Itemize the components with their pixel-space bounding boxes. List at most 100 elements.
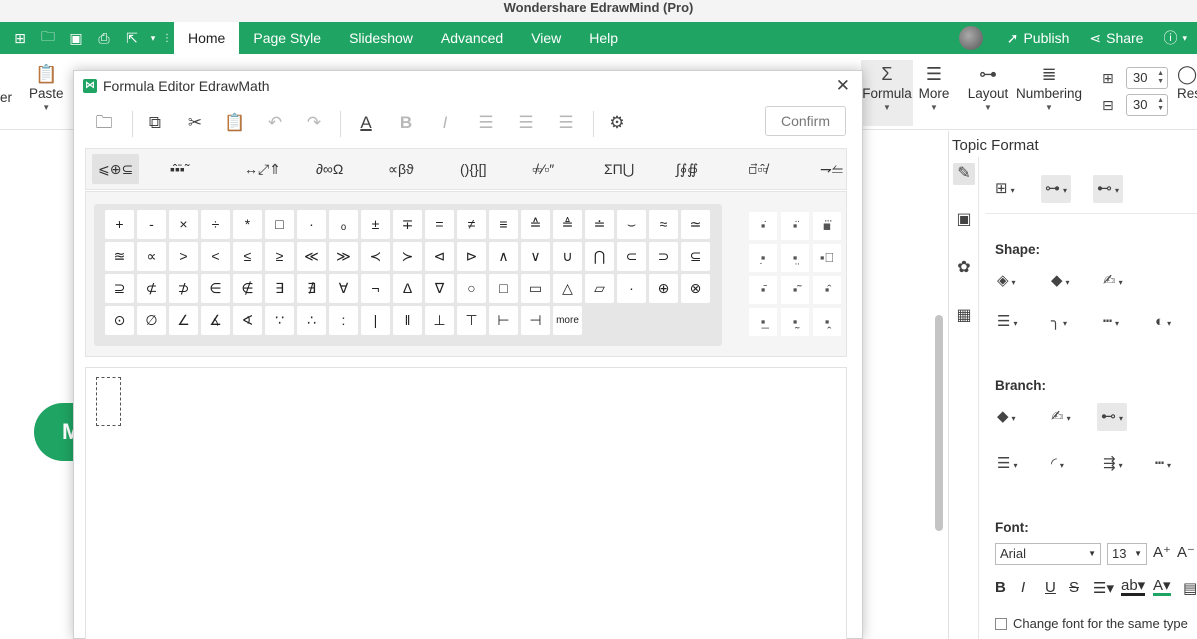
symbol-cell[interactable]: ≊	[105, 242, 134, 271]
paste-button[interactable]: 📋 Paste ▼	[29, 62, 64, 112]
shadow-dropdown[interactable]: ◐ ▾	[1151, 308, 1175, 336]
open-folder-icon[interactable]: 🗀	[34, 22, 62, 54]
increase-font-icon[interactable]: A⁺	[1153, 543, 1171, 561]
symbol-cell[interactable]: ₒ	[329, 210, 358, 239]
tab-home[interactable]: Home	[174, 22, 240, 54]
category-decorations[interactable]: ▫⃗▫̂▫̸	[742, 154, 773, 184]
symbol-cell[interactable]: ∵	[265, 306, 294, 335]
font-family-select[interactable]: Arial ▼	[995, 543, 1101, 565]
symbol-cell[interactable]: ⊃	[649, 242, 678, 271]
symbol-cell[interactable]: ≡	[489, 210, 518, 239]
symbol-cell[interactable]: ∴	[297, 306, 326, 335]
more-symbols-button[interactable]: more	[553, 306, 582, 335]
redo-icon[interactable]: ↷	[302, 111, 326, 135]
reset-button[interactable]: ◯ Res	[1177, 62, 1197, 101]
symbol-cell[interactable]: >	[169, 242, 198, 271]
save-icon[interactable]: ▣	[62, 22, 90, 54]
symbol-cell[interactable]: ·	[297, 210, 326, 239]
symbol-cell[interactable]: ∇	[425, 274, 454, 303]
paste-icon[interactable]: 📋	[223, 111, 247, 135]
tab-page-style[interactable]: Page Style	[239, 22, 335, 54]
align-right-icon[interactable]: ☰	[554, 111, 578, 135]
bold-icon[interactable]: B	[995, 579, 1006, 596]
format-brush-icon[interactable]: ✎	[953, 163, 975, 185]
symbol-cell[interactable]: |	[361, 306, 390, 335]
branch-line-weight-dropdown[interactable]: ☰ ▾	[993, 450, 1021, 478]
branch-fill-dropdown[interactable]: ◆ ▾	[993, 403, 1020, 431]
accent-cell[interactable]: ▪̭	[813, 308, 841, 336]
bold-icon[interactable]: B	[394, 111, 418, 135]
tab-advanced[interactable]: Advanced	[427, 22, 517, 54]
horizontal-spacing-input[interactable]: 30 ▲ ▼	[1126, 67, 1168, 89]
symbol-cell[interactable]: ∉	[233, 274, 262, 303]
symbol-cell[interactable]: :	[329, 306, 358, 335]
accent-cell[interactable]: ▪⃛	[813, 212, 841, 240]
accent-cell[interactable]: ▪̣	[749, 244, 777, 272]
canvas-vertical-scrollbar[interactable]	[935, 315, 943, 531]
symbol-cell[interactable]: <	[201, 242, 230, 271]
accent-cell[interactable]: ▪̤	[781, 244, 809, 272]
topic-layout-dropdown[interactable]: ⊞ ▾	[991, 175, 1019, 203]
task-calendar-icon[interactable]: ▦	[953, 305, 975, 327]
symbol-cell[interactable]: ⊢	[489, 306, 518, 335]
more-button[interactable]: ☰ More ▼	[916, 62, 952, 112]
symbol-cell[interactable]: ⊄	[137, 274, 166, 303]
symbol-cell[interactable]: ≜	[553, 210, 582, 239]
branch-connector-dropdown[interactable]: ⊷ ▾	[1097, 403, 1128, 431]
branch-curve-dropdown[interactable]: ◜ ▾	[1047, 450, 1068, 478]
category-fractions[interactable]: ▫̸▫⁄▫″	[526, 154, 560, 184]
spinner-arrows-icon[interactable]: ▲ ▼	[1157, 97, 1164, 113]
line-weight-dropdown[interactable]: ☰ ▾	[993, 308, 1021, 336]
print-icon[interactable]: ⎙	[90, 22, 118, 54]
symbol-cell[interactable]: ≫	[329, 242, 358, 271]
accent-cell[interactable]: ▪̇	[749, 212, 777, 240]
symbol-cell[interactable]: ≤	[233, 242, 262, 271]
line-dash-dropdown[interactable]: ┅ ▾	[1099, 308, 1123, 336]
branch-border-dropdown[interactable]: ✍ ▾	[1047, 403, 1075, 431]
text-color-icon[interactable]: A	[354, 111, 378, 135]
ribbon-cut-label-left[interactable]: er	[0, 90, 12, 105]
symbol-cell[interactable]: ∪	[553, 242, 582, 271]
symbol-cell[interactable]: +	[105, 210, 134, 239]
symbol-cell[interactable]: □	[489, 274, 518, 303]
highlight-color-icon[interactable]: ab▾	[1121, 578, 1146, 596]
corner-style-dropdown[interactable]: ╮ ▾	[1047, 308, 1071, 336]
symbol-cell[interactable]: □	[265, 210, 294, 239]
accent-cell[interactable]: ▪̄	[749, 276, 777, 304]
accent-cell[interactable]: ▪̂	[813, 276, 841, 304]
symbol-cell[interactable]: ∃	[265, 274, 294, 303]
symbol-cell[interactable]: ⊤	[457, 306, 486, 335]
symbol-cell[interactable]: ≥	[265, 242, 294, 271]
symbol-cell[interactable]: ▭	[521, 274, 550, 303]
symbol-cell[interactable]: ∢	[233, 306, 262, 335]
symbol-cell[interactable]: ⋂	[585, 242, 614, 271]
align-center-icon[interactable]: ☰	[514, 111, 538, 135]
shape-dropdown[interactable]: ◈ ▾	[993, 267, 1020, 295]
layout-button[interactable]: ⊶ Layout ▼	[966, 62, 1010, 112]
formula-edit-area[interactable]	[85, 367, 847, 639]
accent-cell[interactable]: ▪̲	[749, 308, 777, 336]
italic-icon[interactable]: I	[433, 111, 457, 135]
symbol-cell[interactable]: ≙	[521, 210, 550, 239]
align-left-icon[interactable]: ☰	[474, 111, 498, 135]
category-sums[interactable]: ΣΠ⋃	[598, 154, 640, 184]
formula-placeholder-box[interactable]	[96, 377, 121, 426]
topic-structure-dropdown[interactable]: ⊶ ▾	[1041, 175, 1072, 203]
formula-button[interactable]: Σ Formula ▼	[861, 62, 913, 112]
accent-cell[interactable]: ▪̃	[781, 276, 809, 304]
symbol-cell[interactable]: ∝	[137, 242, 166, 271]
symbol-cell[interactable]: ¬	[361, 274, 390, 303]
export-dropdown-icon[interactable]: ▾	[146, 22, 160, 54]
new-file-icon[interactable]: ⊞	[6, 22, 34, 54]
category-misc-symbols[interactable]: ∂∞Ω	[310, 154, 349, 184]
branch-dash-dropdown[interactable]: ┅ ▾	[1151, 450, 1175, 478]
symbol-cell[interactable]: ≈	[649, 210, 678, 239]
text-box-icon[interactable]: ▤	[1183, 579, 1197, 597]
symbol-cell[interactable]: ≻	[393, 242, 422, 271]
symbol-cell[interactable]: ⊥	[425, 306, 454, 335]
symbol-cell[interactable]: ∨	[521, 242, 550, 271]
export-icon[interactable]: ⇱	[118, 22, 146, 54]
connector-style-dropdown[interactable]: ⊷ ▾	[1093, 175, 1124, 203]
customize-toolbar-icon[interactable]: ⋮	[160, 22, 174, 54]
symbol-cell[interactable]: ≪	[297, 242, 326, 271]
